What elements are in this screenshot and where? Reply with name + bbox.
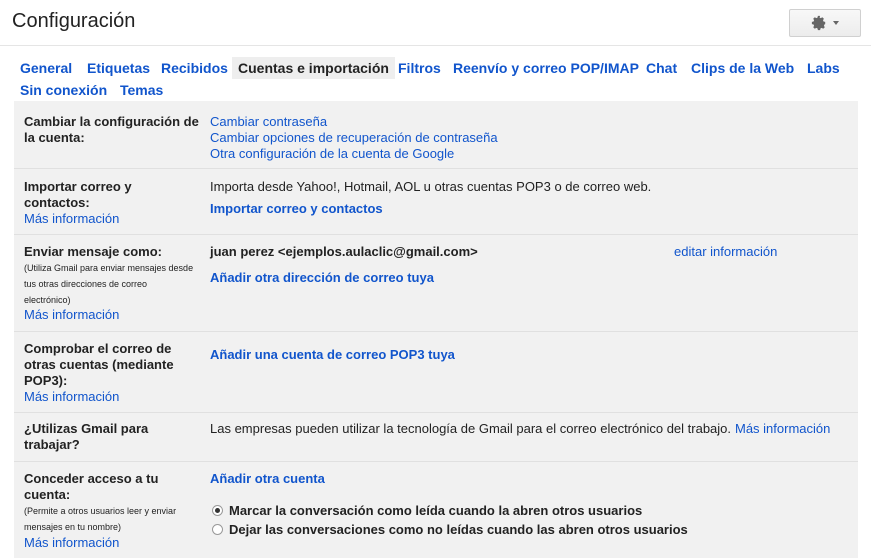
work-description: Las empresas pueden utilizar la tecnolog…: [210, 421, 732, 436]
settings-button[interactable]: [789, 9, 861, 37]
keep-unread-radio[interactable]: [212, 524, 223, 535]
import-description: Importa desde Yahoo!, Hotmail, AOL u otr…: [210, 179, 652, 194]
edit-info-link[interactable]: editar información: [674, 244, 777, 260]
row-label: ¿Utilizas Gmail para trabajar?: [24, 421, 149, 452]
row-importar: Importar correo y contactos: Más informa…: [14, 169, 858, 235]
send-as-address: juan perez <ejemplos.aulaclic@gmail.com>: [210, 244, 478, 259]
keep-unread-label: Dejar las conversaciones como no leídas …: [229, 522, 688, 537]
tab-filtros[interactable]: Filtros: [392, 57, 447, 79]
more-info-link[interactable]: Más información: [24, 211, 119, 227]
tab-temas[interactable]: Temas: [114, 79, 169, 101]
chevron-down-icon: [833, 21, 839, 25]
gear-icon: [811, 15, 826, 31]
row-label: Comprobar el correo de otras cuentas (me…: [24, 341, 174, 388]
more-info-link[interactable]: Más información: [24, 535, 119, 551]
header: Configuración: [0, 0, 871, 46]
row-enviar-como: Enviar mensaje como: (Utiliza Gmail para…: [14, 235, 858, 332]
tab-etiquetas[interactable]: Etiquetas: [81, 57, 156, 79]
row-label: Conceder acceso a tu cuenta:: [24, 471, 159, 502]
more-info-link[interactable]: Más información: [24, 389, 119, 405]
page-title: Configuración: [12, 10, 136, 32]
row-gmail-trabajo: ¿Utilizas Gmail para trabajar? Las empre…: [14, 413, 858, 462]
tab-general[interactable]: General: [14, 57, 78, 79]
settings-panel: Cambiar la configuración de la cuenta: C…: [14, 101, 858, 558]
change-recovery-link[interactable]: Cambiar opciones de recuperación de cont…: [210, 130, 498, 146]
add-pop3-button[interactable]: Añadir una cuenta de correo POP3 tuya: [210, 347, 455, 363]
row-conceder-acceso: Conceder acceso a tu cuenta: (Permite a …: [14, 462, 858, 558]
tab-recibidos[interactable]: Recibidos: [155, 57, 234, 79]
row-label: Enviar mensaje como:: [24, 244, 162, 259]
row-label: Cambiar la configuración de la cuenta:: [24, 114, 199, 145]
mark-read-label: Marcar la conversación como leída cuando…: [229, 503, 643, 518]
import-mail-button[interactable]: Importar correo y contactos: [210, 201, 383, 217]
tab-labs[interactable]: Labs: [801, 57, 846, 79]
mark-read-radio[interactable]: [212, 505, 223, 516]
tab-chat[interactable]: Chat: [640, 57, 683, 79]
change-password-link[interactable]: Cambiar contraseña: [210, 114, 327, 130]
row-help-text: (Utiliza Gmail para enviar mensajes desd…: [24, 263, 194, 305]
tab-cuentas-importacion[interactable]: Cuentas e importación: [232, 57, 395, 79]
google-account-settings-link[interactable]: Otra configuración de la cuenta de Googl…: [210, 146, 454, 162]
row-cambiar-configuracion: Cambiar la configuración de la cuenta: C…: [14, 101, 858, 169]
more-info-link[interactable]: Más información: [735, 421, 830, 437]
more-info-link[interactable]: Más información: [24, 307, 119, 323]
tab-reenvio-pop-imap[interactable]: Reenvío y correo POP/IMAP: [447, 57, 645, 79]
add-account-button[interactable]: Añadir otra cuenta: [210, 471, 325, 487]
tab-sin-conexion[interactable]: Sin conexión: [14, 79, 113, 101]
row-help-text: (Permite a otros usuarios leer y enviar …: [24, 506, 177, 532]
tab-clips-web[interactable]: Clips de la Web: [685, 57, 800, 79]
add-address-button[interactable]: Añadir otra dirección de correo tuya: [210, 270, 434, 286]
row-label: Importar correo y contactos:: [24, 179, 132, 210]
row-comprobar-pop3: Comprobar el correo de otras cuentas (me…: [14, 332, 858, 413]
